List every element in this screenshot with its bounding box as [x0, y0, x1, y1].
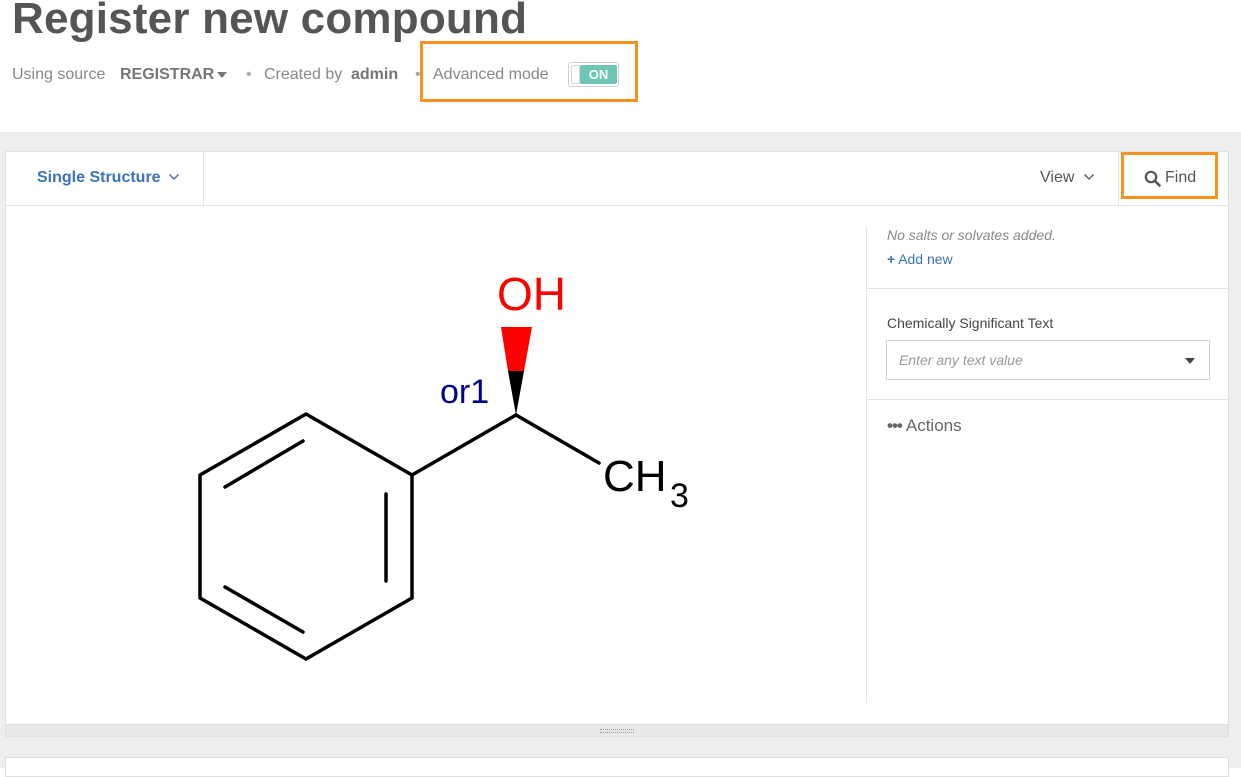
created-by-label: Created by — [264, 66, 343, 83]
grip-icon — [600, 729, 634, 733]
pane-divider — [867, 288, 1229, 289]
created-by-user: admin — [351, 66, 399, 83]
cst-select[interactable]: Enter any text value — [886, 340, 1210, 380]
page-title: Register new compound — [12, 0, 528, 43]
panel-resize-handle[interactable] — [6, 724, 1228, 736]
next-panel — [5, 757, 1229, 777]
actions-menu[interactable]: ••• Actions — [887, 416, 962, 436]
benzene-ring — [198, 412, 414, 661]
single-bond — [410, 413, 518, 477]
caret-down-icon — [1185, 358, 1195, 364]
source-caret-icon[interactable] — [217, 72, 227, 78]
structure-panel: Single Structure View Find OH or1 CH 3 N… — [5, 151, 1229, 737]
structure-toolbar: Single Structure View Find — [6, 152, 1228, 206]
aromatic-bond — [223, 585, 305, 634]
source-label: Using source — [12, 66, 106, 83]
add-new-link[interactable]: + Add new — [887, 251, 953, 267]
plus-icon: + — [887, 251, 896, 267]
single-bond — [514, 413, 601, 465]
add-new-label: Add new — [898, 251, 953, 267]
structure-side-pane: No salts or solvates added. + Add new Che… — [866, 227, 1229, 703]
hydroxyl-label: OH — [497, 268, 566, 320]
stereo-label: or1 — [440, 373, 489, 411]
toggle-state-label: ON — [580, 65, 617, 84]
structure-mode-dropdown[interactable]: Single Structure — [6, 152, 204, 206]
actions-label: Actions — [905, 416, 962, 435]
methyl-subscript: 3 — [670, 477, 689, 515]
wedge-bond-red — [501, 327, 532, 371]
methyl-label: CH — [603, 452, 667, 501]
advanced-mode-label: Advanced mode — [433, 66, 549, 83]
chevron-down-icon — [168, 173, 180, 181]
meta-separator: • — [246, 66, 252, 83]
advanced-mode-toggle[interactable]: ON — [568, 62, 619, 87]
find-button[interactable]: Find — [1121, 152, 1218, 199]
no-salts-text: No salts or solvates added. — [887, 227, 1056, 243]
search-icon — [1144, 170, 1161, 187]
structure-mode-label: Single Structure — [37, 169, 161, 186]
toggle-knob — [571, 65, 580, 84]
page-header: Register new compound Using source REGIS… — [0, 0, 1241, 132]
ellipsis-icon: ••• — [887, 416, 903, 435]
pane-divider — [867, 399, 1229, 400]
cst-placeholder: Enter any text value — [899, 352, 1023, 368]
wedge-bond-black — [508, 371, 524, 415]
structure-canvas[interactable]: OH or1 CH 3 — [6, 207, 866, 727]
view-dropdown[interactable]: View — [1024, 152, 1118, 206]
cst-label: Chemically Significant Text — [887, 315, 1054, 331]
molecule-drawing: OH or1 CH 3 — [198, 268, 689, 661]
find-label: Find — [1165, 169, 1197, 186]
toolbar-divider — [1118, 152, 1119, 206]
aromatic-bond — [223, 439, 305, 489]
view-label: View — [1040, 169, 1075, 186]
source-dropdown[interactable]: REGISTRAR — [120, 64, 214, 86]
chevron-down-icon — [1084, 174, 1094, 180]
